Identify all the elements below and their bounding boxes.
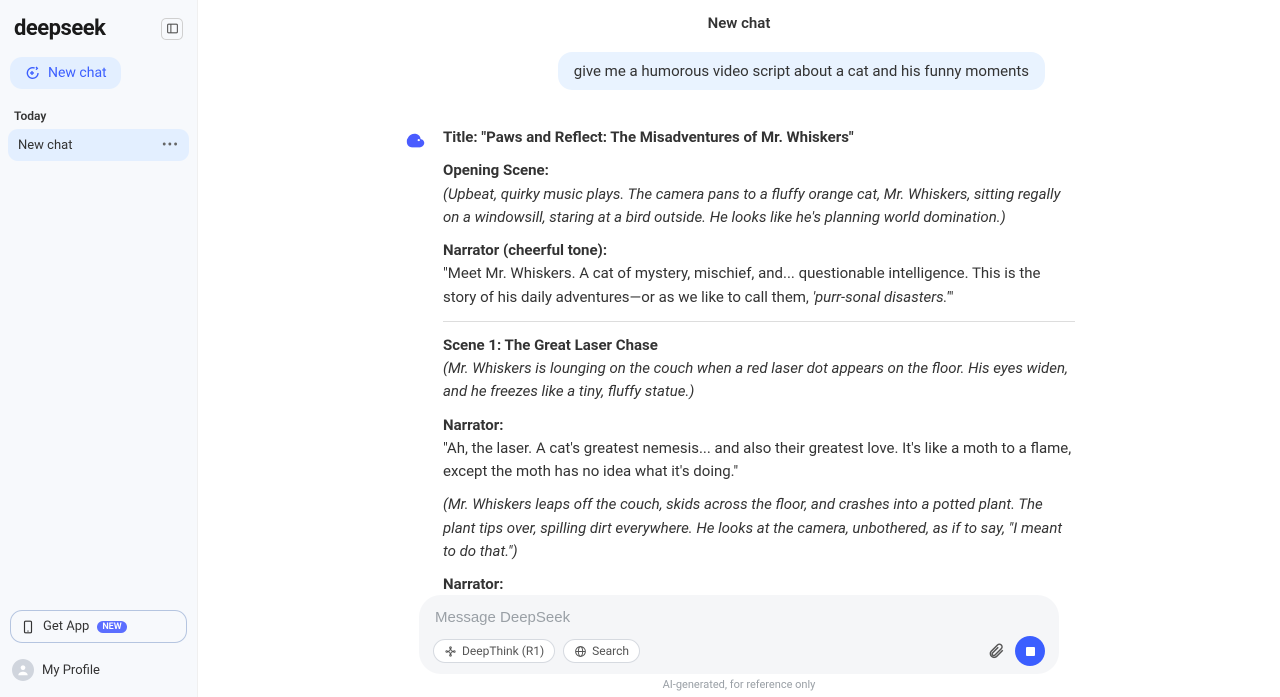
stop-button[interactable] <box>1015 636 1045 666</box>
panel-collapse-icon <box>166 22 179 35</box>
collapse-sidebar-button[interactable] <box>161 18 183 40</box>
chat-content: give me a humorous video script about a … <box>403 52 1075 606</box>
new-chat-label: New chat <box>48 65 107 81</box>
app-logo: deepseek <box>14 16 105 41</box>
new-chat-icon <box>24 65 40 81</box>
attach-button[interactable] <box>987 642 1005 660</box>
user-message-row: give me a humorous video script about a … <box>403 52 1045 90</box>
composer-chips: DeepThink (R1) Search <box>433 639 640 663</box>
get-app-label: Get App <box>43 619 89 634</box>
paperclip-icon <box>987 642 1005 660</box>
composer-row: DeepThink (R1) Search <box>433 636 1045 666</box>
stop-icon <box>1026 647 1035 656</box>
opening-scene-label: Opening Scene: <box>443 161 549 179</box>
narrator-2-text: "Ah, the laser. A cat's greatest nemesis… <box>443 439 1071 480</box>
script-title: Title: "Paws and Reflect: The Misadventu… <box>443 128 854 146</box>
user-icon <box>16 663 30 677</box>
new-badge: NEW <box>97 621 126 633</box>
sidebar-header: deepseek <box>0 0 197 57</box>
profile-label: My Profile <box>42 663 100 678</box>
divider <box>443 321 1075 322</box>
chat-item-more-icon[interactable]: ••• <box>162 137 179 153</box>
composer-actions <box>987 636 1045 666</box>
assistant-message: Title: "Paws and Reflect: The Misadventu… <box>443 126 1075 606</box>
narrator-1-text-b: 'purr-sonal disasters.' <box>813 288 949 306</box>
narrator-3-label: Narrator: <box>443 575 503 593</box>
globe-icon <box>574 645 587 658</box>
composer: DeepThink (R1) Search <box>419 595 1059 674</box>
user-message: give me a humorous video script about a … <box>558 52 1045 90</box>
opening-scene-desc: (Upbeat, quirky music plays. The camera … <box>443 185 1060 226</box>
main-area: New chat give me a humorous video script… <box>198 0 1280 697</box>
scene-1-label: Scene 1: The Great Laser Chase <box>443 336 658 354</box>
deepthink-label: DeepThink (R1) <box>462 644 544 658</box>
sidebar: deepseek New chat Today New chat ••• Get… <box>0 0 198 697</box>
narrator-2-label: Narrator: <box>443 416 503 434</box>
scene-1-action: (Mr. Whiskers leaps off the couch, skids… <box>443 495 1062 560</box>
phone-icon <box>21 620 35 634</box>
section-today-label: Today <box>0 103 197 129</box>
chat-list: New chat ••• <box>0 129 197 161</box>
search-chip[interactable]: Search <box>563 639 640 663</box>
assistant-avatar <box>403 128 429 154</box>
chat-item[interactable]: New chat ••• <box>8 129 189 161</box>
assistant-message-row: Title: "Paws and Reflect: The Misadventu… <box>403 126 1075 606</box>
avatar <box>12 659 34 681</box>
message-input[interactable] <box>433 605 1045 636</box>
profile-button[interactable]: My Profile <box>10 653 187 687</box>
narrator-1-text-c: " <box>949 288 954 306</box>
new-chat-button[interactable]: New chat <box>10 57 121 89</box>
search-label: Search <box>592 644 629 658</box>
deepthink-icon <box>444 645 457 658</box>
narrator-1-label: Narrator (cheerful tone): <box>443 241 607 259</box>
sidebar-bottom: Get App NEW My Profile <box>0 600 197 697</box>
page-title: New chat <box>198 0 1280 42</box>
composer-wrap: DeepThink (R1) Search AI-gene <box>198 595 1280 697</box>
deepseek-icon <box>405 130 427 152</box>
disclaimer: AI-generated, for reference only <box>663 674 816 693</box>
scene-1-desc: (Mr. Whiskers is lounging on the couch w… <box>443 359 1068 400</box>
deepthink-chip[interactable]: DeepThink (R1) <box>433 639 555 663</box>
chat-item-label: New chat <box>18 138 72 153</box>
get-app-button[interactable]: Get App NEW <box>10 610 187 643</box>
